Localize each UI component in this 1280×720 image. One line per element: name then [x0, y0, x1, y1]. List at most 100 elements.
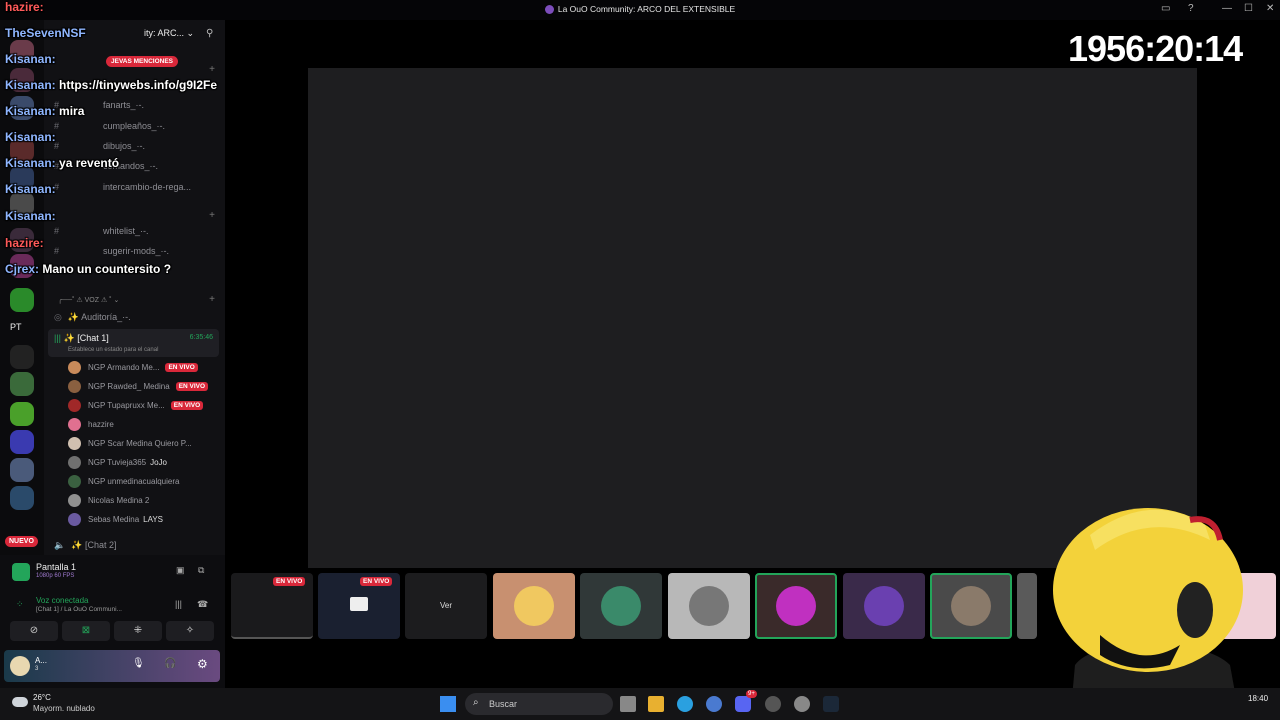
channel-item[interactable]: # comandos_·-.	[54, 161, 158, 171]
stream-viewer[interactable]	[308, 68, 1197, 568]
invite-icon[interactable]: ⚲	[206, 28, 213, 39]
participant-tile[interactable]	[755, 573, 837, 639]
stream-settings-icon[interactable]: ▣	[176, 565, 185, 576]
stream-timer: 1956:20:14	[1068, 28, 1243, 69]
maximize-button[interactable]: ☐	[1244, 3, 1253, 14]
live-badge: EN VIVO	[273, 577, 306, 586]
participant-tile[interactable]	[843, 573, 925, 639]
avatar	[864, 586, 904, 626]
settings-gear-icon[interactable]: ⚙	[197, 657, 208, 671]
voice-channel-chat2[interactable]: 🔈 ✨ [Chat 2]	[54, 540, 116, 551]
close-button[interactable]: ✕	[1266, 3, 1274, 14]
voice-user[interactable]: NGP Armando Me... EN VIVO	[68, 360, 198, 374]
soundboard-button[interactable]: ✧	[166, 621, 214, 641]
server-icon[interactable]	[10, 96, 34, 120]
server-icon[interactable]	[10, 40, 34, 64]
user-area: A... 3 🎙 🎧 ⚙	[4, 650, 220, 682]
voice-user[interactable]: NGP Scar Medina Quiero P...	[68, 436, 192, 450]
windows-start-icon[interactable]	[440, 696, 456, 712]
server-icon[interactable]	[10, 288, 34, 312]
server-icon[interactable]	[10, 166, 34, 190]
stage-icon: ◎	[54, 312, 62, 322]
live-badge: EN VIVO	[175, 381, 209, 391]
channel-auditoria[interactable]: ◎ ✨ Auditoría_·-.	[54, 312, 131, 323]
participant-tile[interactable]: EN VIVO	[231, 573, 313, 639]
hashtag-icon: #	[54, 141, 60, 151]
ccleaner-icon[interactable]	[706, 696, 722, 712]
disconnect-icon[interactable]: ☎	[197, 599, 208, 610]
server-icon[interactable]	[10, 402, 34, 426]
server-label-pt[interactable]: PT	[10, 322, 22, 332]
server-icon[interactable]	[10, 228, 34, 252]
channel-item[interactable]: # cumpleaños_·-.	[54, 121, 165, 131]
discord-taskbar-icon[interactable]	[735, 696, 751, 712]
participant-tile[interactable]	[580, 573, 662, 639]
server-icon[interactable]	[10, 372, 34, 396]
voice-category[interactable]: ╭──˚ ⚠ VOZ ⚠ ˚ ⌄	[58, 296, 119, 304]
discord-icon	[544, 5, 554, 15]
hashtag-icon: #	[54, 100, 60, 110]
avatar[interactable]	[10, 656, 30, 676]
activities-button[interactable]: ⁜	[114, 621, 162, 641]
channel-item[interactable]: # fanarts_·-.	[54, 100, 144, 110]
edge-icon[interactable]	[677, 696, 693, 712]
voice-user[interactable]: NGP Tuvieja365 JoJo	[68, 455, 167, 469]
headphones-icon[interactable]: 🎧	[164, 658, 176, 669]
voice-channel-chat1[interactable]: ||| ✨ [Chat 1] 6:35:46 Establece un esta…	[48, 329, 219, 357]
new-badge[interactable]: NUEVO	[5, 536, 38, 547]
view-button[interactable]: Ver	[405, 573, 487, 639]
streamer-mascot-image	[1053, 508, 1243, 720]
server-icon[interactable]	[10, 192, 34, 216]
app-icon[interactable]	[765, 696, 781, 712]
channel-item[interactable]: # intercambio-de-rega...	[54, 182, 191, 192]
participant-tile[interactable]	[493, 573, 575, 639]
voice-user[interactable]: Nicolas Medina 2	[68, 493, 149, 507]
hashtag-icon: #	[54, 246, 60, 256]
settings-icon[interactable]	[794, 696, 810, 712]
voice-user[interactable]: Sebas Medina LAYS	[68, 512, 163, 526]
voice-user[interactable]: NGP unmedinacualquiera	[68, 474, 179, 488]
channel-item[interactable]: # sugerir-mods_·-.	[54, 246, 169, 256]
participant-tile[interactable]	[668, 573, 750, 639]
weather-desc[interactable]: Mayorm. nublado	[33, 704, 95, 713]
server-icon[interactable]	[10, 458, 34, 482]
help-icon[interactable]: ?	[1188, 3, 1194, 14]
channel-item[interactable]: # dibujos_·-.	[54, 141, 145, 151]
window-title: La OuO Community: ARCO DEL EXTENSIBLE	[0, 4, 1280, 15]
add-channel-icon[interactable]: +	[209, 64, 215, 75]
popout-icon[interactable]: ⧉	[198, 565, 204, 576]
task-view-icon[interactable]	[620, 696, 636, 712]
server-icon[interactable]	[10, 254, 34, 278]
voice-user[interactable]: NGP Tupapruxx Me... EN VIVO	[68, 398, 204, 412]
add-channel-icon[interactable]: +	[209, 210, 215, 221]
server-name[interactable]: ity: ARC... ⌄	[144, 28, 194, 39]
server-icon[interactable]	[10, 138, 34, 162]
screen-share-button[interactable]: ⊠	[62, 621, 110, 641]
server-icon[interactable]	[10, 68, 34, 92]
server-icon[interactable]	[10, 345, 34, 369]
voice-user[interactable]: hazzire	[68, 417, 114, 431]
camera-off-button[interactable]: ⊘	[10, 621, 58, 641]
new-mentions-badge[interactable]: JEVAS MENCIONES	[106, 56, 179, 67]
microphone-icon[interactable]: 🎙	[132, 658, 145, 669]
add-voice-channel-icon[interactable]: +	[209, 294, 215, 305]
clock[interactable]: 18:40	[1248, 694, 1268, 703]
inbox-icon[interactable]: ▭	[1161, 3, 1170, 14]
avatar	[514, 586, 554, 626]
steam-icon[interactable]	[823, 696, 839, 712]
weather-temp[interactable]: 26°C	[33, 693, 51, 702]
taskbar-search[interactable]: ⌕ Buscar	[465, 693, 613, 715]
server-icon[interactable]	[10, 486, 34, 510]
channel-item[interactable]: # whitelist_·-.	[54, 226, 149, 236]
participant-tile[interactable]	[930, 573, 1012, 639]
server-icon[interactable]	[10, 430, 34, 454]
file-explorer-icon[interactable]	[648, 696, 664, 712]
voice-connected-sub[interactable]: [Chat 1] / La OuO Communi...	[36, 606, 122, 613]
voice-user[interactable]: NGP Rawded_ Medina EN VIVO	[68, 379, 209, 393]
noise-suppression-icon[interactable]: |||	[175, 599, 182, 609]
participant-tile[interactable]: EN VIVO	[318, 573, 400, 639]
voice-activity-icon: |||	[54, 333, 62, 343]
username: A...	[35, 656, 48, 665]
minimize-button[interactable]: —	[1222, 3, 1232, 14]
avatar	[68, 436, 81, 450]
